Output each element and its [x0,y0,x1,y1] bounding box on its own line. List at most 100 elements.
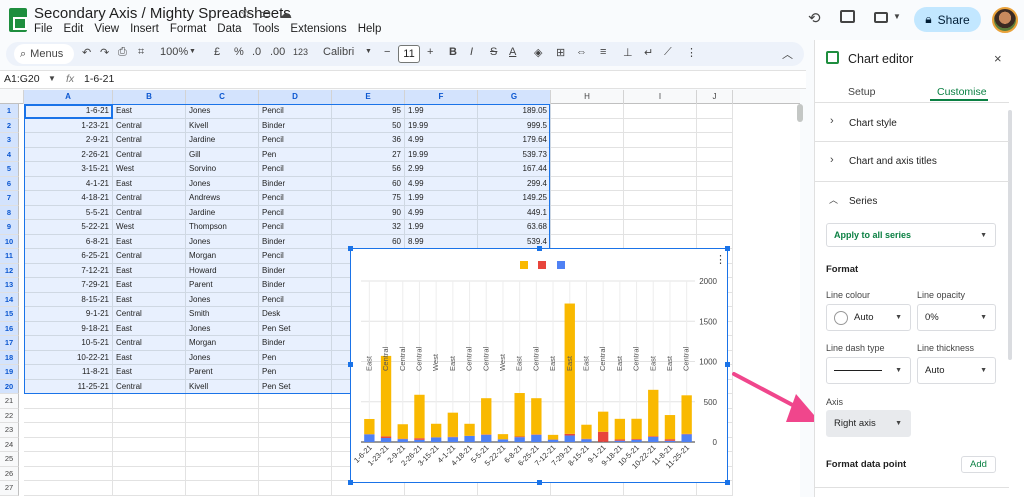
cell[interactable]: 4.99 [405,176,478,191]
cell[interactable]: Jones [186,104,259,119]
cell[interactable]: 167.44 [478,162,551,177]
cell[interactable]: East [113,292,186,307]
row-header[interactable]: 9 [0,220,19,235]
row-header[interactable]: 12 [0,263,19,278]
menu-edit[interactable]: Edit [64,23,84,35]
cell[interactable] [186,408,259,423]
resize-handle[interactable] [725,246,730,251]
cell[interactable]: 50 [332,118,405,133]
borders-icon[interactable]: ⊞ [556,46,565,59]
chevron-down-icon[interactable]: ▼ [893,12,901,21]
cell[interactable]: 2.99 [405,162,478,177]
resize-handle[interactable] [537,246,542,251]
cell[interactable]: 1.99 [405,104,478,119]
cell[interactable]: 19.99 [405,118,478,133]
cell[interactable]: Howard [186,263,259,278]
resize-handle[interactable] [348,480,353,485]
cell[interactable]: Pencil [259,133,332,148]
cell[interactable]: 9-18-21 [24,321,113,336]
cell[interactable]: Binder [259,176,332,191]
cell[interactable]: 5-5-21 [24,205,113,220]
menu-insert[interactable]: Insert [130,23,159,35]
row-header[interactable]: 6 [0,176,19,191]
name-box[interactable]: A1:G20 [4,73,40,85]
vertical-align-icon[interactable]: ⊥ [623,46,633,59]
cell[interactable] [624,162,697,177]
cell[interactable]: Binder [259,118,332,133]
cell[interactable]: Desk [259,307,332,322]
cell[interactable] [259,423,332,438]
row-header[interactable]: 4 [0,147,19,162]
resize-handle[interactable] [725,480,730,485]
star-icon[interactable]: ☆ [240,6,252,22]
series-select[interactable]: Apply to all series ▼ [826,223,996,247]
cell[interactable] [624,234,697,249]
cell[interactable]: 10-22-21 [24,350,113,365]
cell[interactable] [24,437,113,452]
cell[interactable]: 19.99 [405,147,478,162]
menu-help[interactable]: Help [358,23,382,35]
cell[interactable]: Jones [186,176,259,191]
column-header-j[interactable]: J [697,90,733,104]
cell[interactable] [624,205,697,220]
add-data-point-button[interactable]: Add [961,456,996,473]
cell[interactable]: Jones [186,321,259,336]
cell[interactable]: Morgan [186,249,259,264]
cell[interactable]: 179.64 [478,133,551,148]
cell[interactable]: 27 [332,147,405,162]
cell[interactable] [259,437,332,452]
cell[interactable]: Kivell [186,118,259,133]
cell[interactable]: West [113,220,186,235]
cell[interactable]: Central [113,147,186,162]
cell[interactable] [113,394,186,409]
share-button[interactable]: 🔒︎ Share [914,7,981,32]
column-header-d[interactable]: D [259,90,332,104]
cell[interactable]: Pencil [259,292,332,307]
row-header[interactable]: 2 [0,118,19,133]
cell[interactable]: Pencil [259,191,332,206]
cell[interactable] [624,104,697,119]
row-header[interactable]: 27 [0,481,19,496]
cell[interactable]: Jones [186,234,259,249]
cell[interactable] [259,394,332,409]
cell[interactable]: 4.99 [405,205,478,220]
cell[interactable] [24,466,113,481]
row-header[interactable]: 11 [0,249,19,264]
strikethrough-button[interactable]: S [490,46,497,58]
cell[interactable]: East [113,321,186,336]
chevron-down-icon[interactable]: ▼ [365,48,372,55]
row-header[interactable]: 5 [0,162,19,177]
font-increase-button[interactable]: + [427,46,433,58]
cell[interactable] [551,205,624,220]
cell[interactable] [24,423,113,438]
cell[interactable] [259,452,332,467]
fill-color-icon[interactable]: ◈ [534,46,542,59]
increase-decimal-button[interactable]: .00 [270,46,285,58]
cell[interactable]: 299.4 [478,176,551,191]
cell[interactable] [624,133,697,148]
cell[interactable]: Pen [259,365,332,380]
cell[interactable]: 10-5-21 [24,336,113,351]
percent-button[interactable]: % [234,46,244,58]
cell[interactable] [697,118,733,133]
chevron-right-icon[interactable]: › [830,154,834,166]
menu-view[interactable]: View [94,23,119,35]
more-options-icon[interactable]: ⋮ [686,46,697,59]
cell[interactable]: Central [113,336,186,351]
cell[interactable] [551,176,624,191]
cell[interactable]: 539.73 [478,147,551,162]
cell[interactable] [697,162,733,177]
cell[interactable]: 8.99 [405,234,478,249]
cell[interactable] [624,118,697,133]
cell[interactable]: Pen Set [259,379,332,394]
cell[interactable]: East [113,234,186,249]
row-header[interactable]: 8 [0,205,19,220]
close-icon[interactable]: × [994,51,1002,66]
menu-format[interactable]: Format [170,23,206,35]
text-color-button[interactable]: A [509,46,516,58]
text-rotation-icon[interactable]: ⟋ [664,46,672,59]
cell[interactable] [551,162,624,177]
cell[interactable] [551,118,624,133]
font-select[interactable]: Calibri [323,46,354,58]
vertical-scrollbar[interactable] [797,104,803,122]
